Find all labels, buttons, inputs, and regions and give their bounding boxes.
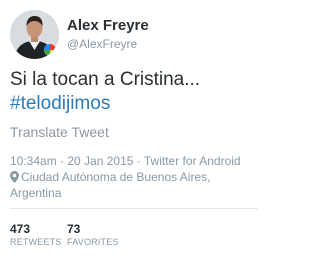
- avatar[interactable]: [10, 10, 59, 59]
- tweet-timestamp[interactable]: 10:34am · 20 Jan 2015 · Twitter for Andr…: [10, 153, 241, 169]
- tweet-body: Si la tocan a Cristina...: [10, 69, 201, 90]
- favorites-count: 73: [67, 222, 81, 236]
- divider: [10, 208, 258, 209]
- location-text: Ciudad Autónoma de Buenos Aires, Argenti…: [10, 170, 211, 200]
- retweets-label: RETWEETS: [10, 237, 62, 247]
- translate-tweet-link[interactable]: Translate Tweet: [10, 123, 109, 141]
- retweets-stat[interactable]: 473 RETWEETS: [10, 222, 62, 248]
- tweet-location[interactable]: Ciudad Autónoma de Buenos Aires, Argenti…: [10, 169, 260, 201]
- hashtag-link[interactable]: #telodijimos: [10, 92, 260, 116]
- tweet-card: Alex Freyre @AlexFreyre Si la tocan a Cr…: [0, 0, 268, 262]
- user-handle[interactable]: @AlexFreyre: [67, 36, 137, 52]
- map-pin-icon: [10, 171, 19, 183]
- retweets-count: 473: [10, 222, 31, 236]
- favorites-label: FAVORITES: [67, 237, 119, 247]
- tweet-text: Si la tocan a Cristina... #telodijimos: [10, 68, 260, 116]
- profile-photo-icon: [10, 10, 59, 59]
- display-name[interactable]: Alex Freyre: [67, 16, 149, 35]
- favorites-stat[interactable]: 73 FAVORITES: [67, 222, 119, 248]
